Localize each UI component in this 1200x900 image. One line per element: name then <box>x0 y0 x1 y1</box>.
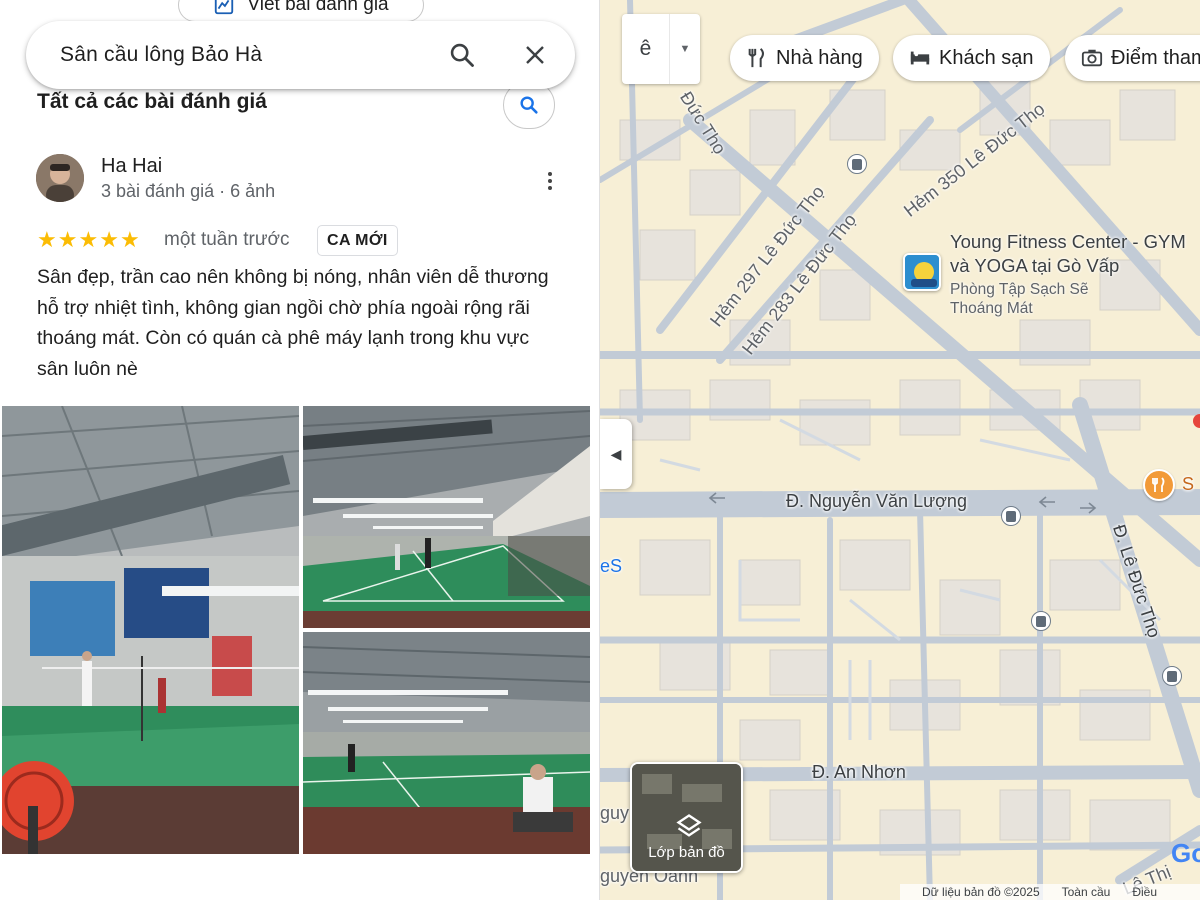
restaurant-marker-icon[interactable] <box>1143 469 1175 501</box>
reviews-section-title: Tất cả các bài đánh giá <box>37 90 267 113</box>
review-photo[interactable] <box>303 406 590 628</box>
review-time: một tuần trước <box>164 229 290 250</box>
new-badge: CA MỚI <box>317 225 398 256</box>
global-link[interactable]: Toàn cầu <box>1062 885 1111 899</box>
collapse-panel-button[interactable]: ◀ <box>600 419 632 489</box>
review-photo[interactable] <box>303 632 590 854</box>
street-label: guy <box>600 803 630 823</box>
edit-review-icon <box>215 0 234 15</box>
more-options-icon[interactable] <box>540 168 560 194</box>
star-icon: ★ <box>119 227 140 252</box>
panel-bottom <box>0 856 599 900</box>
language-label[interactable]: ê <box>622 14 670 84</box>
poi-subtitle: Phòng Tập Sạch Sẽ Thoáng Mát <box>950 281 1089 317</box>
terms-link[interactable]: Điều <box>1132 885 1157 899</box>
star-icon: ★ <box>99 227 119 252</box>
bus-stop-icon[interactable] <box>1162 666 1182 686</box>
bus-stop-icon[interactable] <box>1031 611 1051 631</box>
star-icon: ★ <box>78 227 99 252</box>
map-layers-button[interactable]: Lớp bản đồ <box>630 762 743 873</box>
chip-hotels[interactable]: Khách sạn <box>893 35 1050 81</box>
place-panel: Viết bài đánh giá Sân cầu lông Bảo Hà Tấ… <box>0 0 600 900</box>
language-toggle[interactable]: ê ▼ <box>622 14 700 84</box>
chevron-down-icon[interactable]: ▼ <box>670 14 700 84</box>
review-text: Sân đẹp, trần cao nên không bị nóng, nhâ… <box>37 266 549 380</box>
map-data-credit[interactable]: Dữ liệu bản đồ ©2025 <box>922 885 1040 899</box>
star-icon: ★ <box>57 227 78 252</box>
restaurant-label[interactable]: S <box>1182 474 1194 495</box>
poi-name[interactable]: Young Fitness Center - GYM và YOGA tại G… <box>950 230 1190 278</box>
write-review-label: Viết bài đánh giá <box>247 0 389 15</box>
search-icon[interactable] <box>447 40 477 70</box>
chevron-left-icon: ◀ <box>610 445 622 462</box>
google-logo: Go <box>1171 838 1200 868</box>
search-icon <box>520 96 538 114</box>
layers-label: Lớp bản đồ <box>648 844 725 861</box>
close-icon[interactable] <box>521 41 549 69</box>
bed-icon <box>910 51 930 65</box>
layers-icon <box>676 814 702 837</box>
avatar[interactable] <box>36 154 84 202</box>
fork-knife-icon <box>748 48 764 68</box>
chip-label: Khách sạn <box>939 46 1034 69</box>
bus-stop-icon[interactable] <box>847 154 867 174</box>
chip-label: Nhà hàng <box>776 46 863 69</box>
star-rating: ★ ★ ★ ★ ★ <box>37 229 140 251</box>
reviewer-name[interactable]: Ha Hai <box>101 155 162 178</box>
camera-icon <box>1081 49 1103 67</box>
chip-restaurants[interactable]: Nhà hàng <box>730 35 879 81</box>
street-label: Đ. Nguyễn Văn Lượng <box>786 491 967 511</box>
chip-label: Điểm tham <box>1111 46 1200 69</box>
map-canvas[interactable]: Đức Thọ Hẻm 350 Lê Đức Thọ Hẻm 297 Lê Đứ… <box>600 0 1200 900</box>
street-label: Đ. An Nhơn <box>812 762 906 782</box>
chip-attractions[interactable]: Điểm tham <box>1065 35 1200 81</box>
review-photo[interactable] <box>2 406 299 854</box>
gym-marker-icon[interactable] <box>903 253 941 291</box>
star-icon: ★ <box>37 227 57 252</box>
place-label[interactable]: eS <box>600 556 622 577</box>
bus-stop-icon[interactable] <box>1001 506 1021 526</box>
write-review-button[interactable]: Viết bài đánh giá <box>178 0 424 22</box>
map-footer: Dữ liệu bản đồ ©2025 Toàn cầu Điều <box>900 884 1200 900</box>
search-box[interactable]: Sân cầu lông Bảo Hà <box>26 21 575 89</box>
search-input[interactable]: Sân cầu lông Bảo Hà <box>60 43 447 67</box>
reviewer-meta: 3 bài đánh giá · 6 ảnh <box>101 181 276 201</box>
